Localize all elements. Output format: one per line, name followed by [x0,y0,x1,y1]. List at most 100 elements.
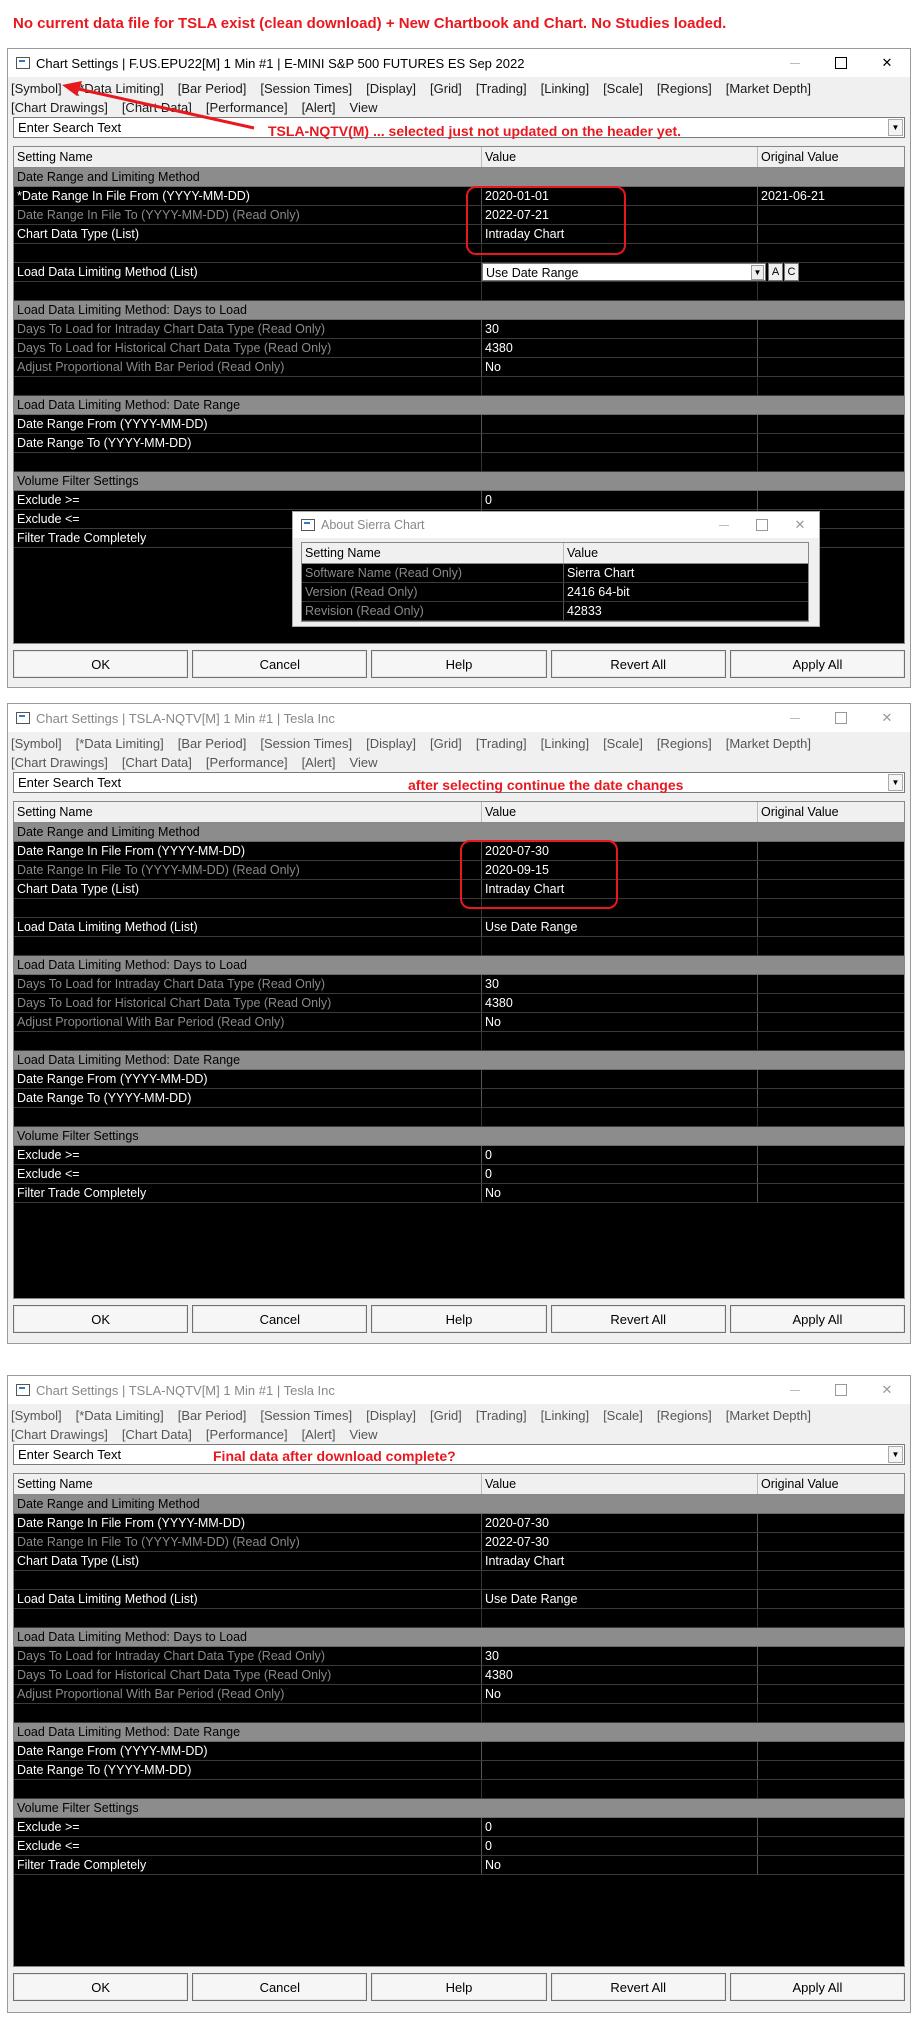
table-row[interactable]: Filter Trade Completely No [14,1856,904,1875]
a-button[interactable]: A [768,263,783,281]
menu-regions[interactable]: [Regions] [657,79,712,98]
maximize-button[interactable] [818,704,864,732]
menu-symbol[interactable]: [Symbol] [11,1406,62,1425]
close-button[interactable] [781,512,819,538]
menu-alert[interactable]: [Alert] [302,753,336,772]
col-original-value[interactable]: Original Value [758,147,904,167]
menu-session-times[interactable]: [Session Times] [260,1406,352,1425]
col-original-value[interactable]: Original Value [758,1474,904,1494]
menu-grid[interactable]: [Grid] [430,79,462,98]
menu-bar-period[interactable]: [Bar Period] [178,1406,247,1425]
col-original-value[interactable]: Original Value [758,802,904,822]
table-row[interactable]: Days To Load for Historical Chart Data T… [14,994,904,1013]
col-setting-name[interactable]: Setting Name [14,802,482,822]
table-row[interactable]: Date Range From (YYYY-MM-DD) [14,1070,904,1089]
title-bar[interactable]: Chart Settings | TSLA-NQTV[M] 1 Min #1 |… [8,704,910,732]
minimize-button[interactable] [772,704,818,732]
menu-session-times[interactable]: [Session Times] [260,734,352,753]
menu-chart-data[interactable]: [Chart Data] [122,753,192,772]
table-row[interactable]: Days To Load for Historical Chart Data T… [14,1666,904,1685]
chevron-down-icon[interactable]: ▼ [888,119,903,136]
chevron-down-icon[interactable]: ▼ [888,774,903,791]
menu-display[interactable]: [Display] [366,79,416,98]
menu-trading[interactable]: [Trading] [476,79,527,98]
setting-value[interactable]: Intraday Chart [482,1552,758,1570]
menu-view[interactable]: View [350,753,378,772]
menu-alert[interactable]: [Alert] [302,98,336,117]
col-setting-name[interactable]: Setting Name [14,147,482,167]
menu-scale[interactable]: [Scale] [603,734,643,753]
apply-all-button[interactable]: Apply All [729,650,906,678]
minimize-button[interactable] [772,1376,818,1404]
revert-all-button[interactable]: Revert All [550,1305,726,1333]
table-row[interactable]: Date Range From (YYYY-MM-DD) [14,1742,904,1761]
menu-bar-period[interactable]: [Bar Period] [178,734,247,753]
menu-regions[interactable]: [Regions] [657,734,712,753]
menu-alert[interactable]: [Alert] [302,1425,336,1444]
ok-button[interactable]: OK [13,650,189,678]
menu-session-times[interactable]: [Session Times] [260,79,352,98]
table-row[interactable]: Date Range In File From (YYYY-MM-DD) 2020… [14,1514,904,1533]
limiting-method-select[interactable]: Use Date Range ▼ [482,263,766,281]
table-row[interactable]: Chart Data Type (List) Intraday Chart [14,1552,904,1571]
setting-value[interactable]: Use Date Range [482,1590,758,1608]
apply-all-button[interactable]: Apply All [729,1305,906,1333]
menu-regions[interactable]: [Regions] [657,1406,712,1425]
setting-value[interactable] [482,1742,758,1760]
menu-scale[interactable]: [Scale] [603,1406,643,1425]
table-row[interactable]: Date Range From (YYYY-MM-DD) [14,415,904,434]
setting-value[interactable] [482,1761,758,1779]
help-button[interactable]: Help [371,650,547,678]
menu-market-depth[interactable]: [Market Depth] [726,79,811,98]
setting-value[interactable]: 0 [482,1837,758,1855]
menu-performance[interactable]: [Performance] [206,1425,288,1444]
table-row[interactable]: Days To Load for Historical Chart Data T… [14,339,904,358]
table-row[interactable]: Exclude >= 0 [14,1146,904,1165]
table-row[interactable]: Adjust Proportional With Bar Period (Rea… [14,1013,904,1032]
setting-value[interactable]: No [482,1184,758,1202]
search-input[interactable]: Enter Search Text ▼ [13,1444,905,1465]
col-setting-name[interactable]: Setting Name [14,1474,482,1494]
table-row[interactable]: Exclude >= 0 [14,491,904,510]
menu-view[interactable]: View [350,1425,378,1444]
table-row[interactable]: Date Range To (YYYY-MM-DD) [14,1761,904,1780]
menu-symbol[interactable]: [Symbol] [11,734,62,753]
menu-display[interactable]: [Display] [366,1406,416,1425]
setting-value[interactable]: 2020-07-30 [482,1514,758,1532]
c-button[interactable]: C [784,263,799,281]
col-setting-name[interactable]: Setting Name [302,543,564,563]
title-bar[interactable]: Chart Settings | F.US.EPU22[M] 1 Min #1 … [8,49,910,77]
menu-performance[interactable]: [Performance] [206,753,288,772]
cancel-button[interactable]: Cancel [192,650,368,678]
table-row[interactable]: Date Range To (YYYY-MM-DD) [14,1089,904,1108]
chevron-down-icon[interactable]: ▼ [888,1446,903,1463]
setting-value[interactable] [482,434,758,452]
setting-value[interactable]: 0 [482,491,758,509]
menu-data-limiting[interactable]: [*Data Limiting] [76,1406,164,1425]
menu-linking[interactable]: [Linking] [541,1406,589,1425]
menu-market-depth[interactable]: [Market Depth] [726,734,811,753]
table-row[interactable]: Days To Load for Intraday Chart Data Typ… [14,1647,904,1666]
table-row[interactable]: Load Data Limiting Method (List) Use Date… [14,918,904,937]
table-row[interactable]: Days To Load for Intraday Chart Data Typ… [14,320,904,339]
setting-value[interactable] [482,1070,758,1088]
help-button[interactable]: Help [371,1973,547,2001]
revert-all-button[interactable]: Revert All [550,650,726,678]
setting-value[interactable]: 0 [482,1146,758,1164]
maximize-button[interactable] [818,1376,864,1404]
table-row[interactable]: *Date Range In File From (YYYY-MM-DD) 202… [14,187,904,206]
col-value[interactable]: Value [564,543,808,563]
revert-all-button[interactable]: Revert All [550,1973,726,2001]
table-row[interactable]: Load Data Limiting Method (List) Use Dat… [14,263,904,282]
col-value[interactable]: Value [482,802,758,822]
maximize-button[interactable] [743,512,781,538]
table-row[interactable]: Date Range In File To (YYYY-MM-DD) (Read… [14,206,904,225]
menu-linking[interactable]: [Linking] [541,734,589,753]
menu-symbol[interactable]: [Symbol] [11,79,62,98]
about-title-bar[interactable]: About Sierra Chart [293,512,819,538]
table-row[interactable]: Adjust Proportional With Bar Period (Rea… [14,1685,904,1704]
table-row[interactable]: Chart Data Type (List) Intraday Chart [14,225,904,244]
table-row[interactable]: Date Range In File To (YYYY-MM-DD) (Read… [14,1533,904,1552]
ok-button[interactable]: OK [13,1305,189,1333]
table-row[interactable]: Filter Trade Completely No [14,1184,904,1203]
